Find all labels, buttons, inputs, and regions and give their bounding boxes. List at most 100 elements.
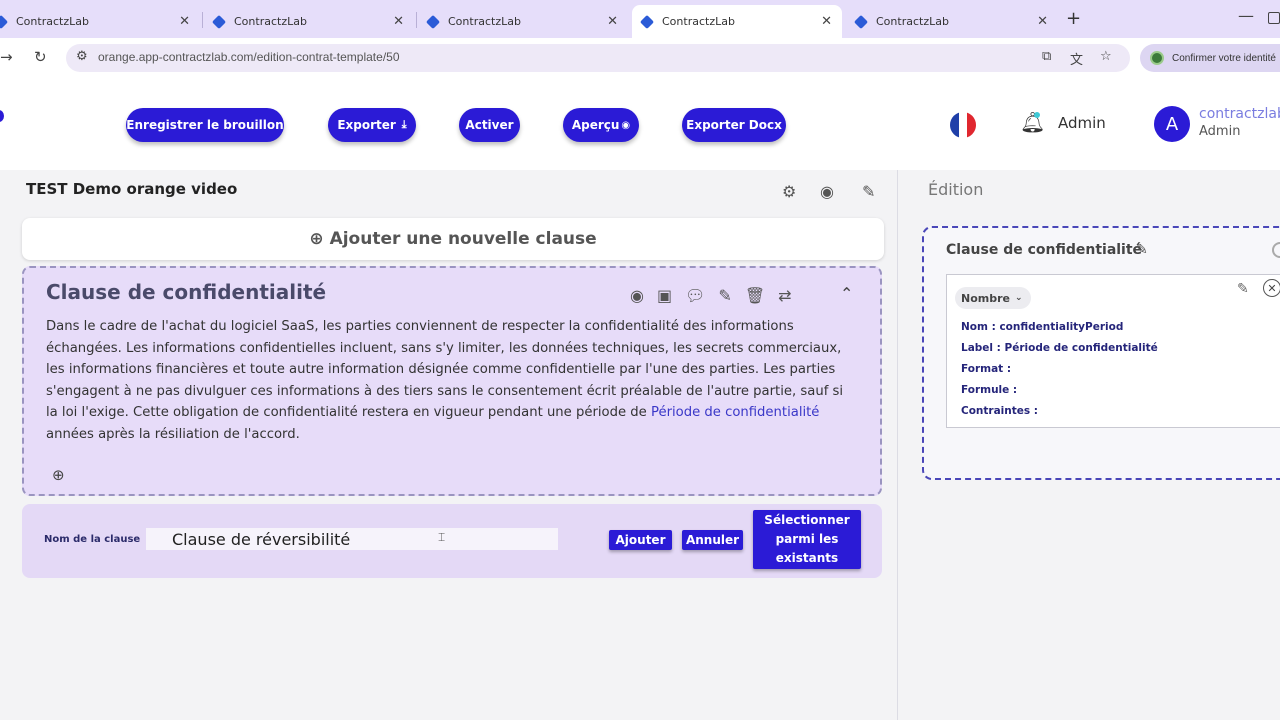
swap-icon[interactable]: ⇄ xyxy=(778,286,791,305)
close-icon[interactable]: ✕ xyxy=(1263,279,1280,297)
variable-label: Label : Période de confidentialité xyxy=(961,342,1158,354)
cancel-button[interactable]: Annuler xyxy=(682,530,743,550)
clause-variable-link[interactable]: Période de confidentialité xyxy=(651,405,819,420)
eye-icon[interactable]: ◉ xyxy=(820,182,834,201)
identity-confirm-pill[interactable]: Confirmer votre identité xyxy=(1140,44,1280,72)
bookmark-star-icon[interactable]: ☆ xyxy=(1100,49,1112,64)
contractzlab-favicon-icon xyxy=(0,14,9,29)
save-draft-button[interactable]: Enregistrer le brouillon xyxy=(126,108,284,142)
clause-text: années après la résiliation de l'accord. xyxy=(46,426,300,442)
notification-dot xyxy=(1034,112,1040,118)
site-settings-icon[interactable]: ⚙ xyxy=(76,49,88,64)
download-icon: ⤓ xyxy=(401,118,407,131)
clause-card[interactable]: Clause de confidentialité ◉ ▣ 💬︎ ✎ 🗑︎ ⇄ … xyxy=(22,266,882,496)
clause-body: Dans le cadre de l'achat du logiciel Saa… xyxy=(46,316,856,445)
edition-clause-title: Clause de confidentialité xyxy=(946,242,1143,258)
variable-constraints: Contraintes : xyxy=(961,405,1038,417)
button-label: Activer xyxy=(465,118,514,132)
user-name: contractzlab xyxy=(1199,106,1280,122)
translate-icon[interactable]: 文 xyxy=(1070,49,1083,68)
variable-type-dropdown[interactable]: Nombre ⌄ xyxy=(955,287,1031,309)
clause-title: Clause de confidentialité xyxy=(46,280,327,304)
browser-tab[interactable]: ContractzLab ✕ xyxy=(0,5,200,38)
install-app-icon[interactable]: ⧉ xyxy=(1042,49,1051,64)
maximize-window-icon[interactable] xyxy=(1268,12,1280,24)
gear-icon[interactable]: ⚙ xyxy=(782,182,796,201)
contractzlab-favicon-icon xyxy=(211,14,227,29)
tab-title: ContractzLab xyxy=(16,15,89,28)
tab-title: ContractzLab xyxy=(662,15,735,28)
clause-name-label: Nom de la clause xyxy=(44,534,141,545)
document-title: TEST Demo orange video xyxy=(26,180,238,198)
select-existing-button[interactable]: Sélectionner parmi les existants xyxy=(753,510,861,569)
activate-button[interactable]: Activer xyxy=(459,108,520,142)
variable-formula: Formule : xyxy=(961,384,1018,396)
tab-title: ContractzLab xyxy=(448,15,521,28)
comments-icon[interactable]: 💬︎ xyxy=(685,286,705,305)
contractzlab-favicon-icon xyxy=(425,14,441,29)
preview-button[interactable]: Aperçu ◉ xyxy=(563,108,639,142)
add-clause-button[interactable]: ⊕ Ajouter une nouvelle clause xyxy=(22,218,884,260)
app-logo[interactable] xyxy=(0,110,4,122)
admin-label: Admin xyxy=(1058,114,1106,132)
variable-name: Nom : confidentialityPeriod xyxy=(961,321,1124,333)
minimize-window-icon[interactable]: — xyxy=(1238,6,1254,25)
editor-main: TEST Demo orange video ⚙ ◉ ✎ ⊕ Ajouter u… xyxy=(0,170,898,720)
close-tab-icon[interactable]: ✕ xyxy=(1037,14,1048,29)
pencil-icon[interactable]: ✎ xyxy=(1136,242,1148,258)
close-tab-icon[interactable]: ✕ xyxy=(393,14,404,29)
export-button[interactable]: Exporter ⤓ xyxy=(328,108,416,142)
browser-tab[interactable]: ContractzLab ✕ xyxy=(422,5,628,38)
eye-icon[interactable]: ◉ xyxy=(630,286,644,305)
pencil-icon[interactable]: ✎ xyxy=(1237,281,1249,297)
tab-separator xyxy=(202,12,203,28)
close-tab-icon[interactable]: ✕ xyxy=(179,14,190,29)
reload-icon[interactable]: ↻ xyxy=(34,48,47,66)
pencil-icon[interactable]: ✎ xyxy=(718,286,731,305)
button-label: Aperçu xyxy=(571,118,620,132)
add-button[interactable]: Ajouter xyxy=(609,530,672,550)
panel-title: Édition xyxy=(928,180,984,199)
pencil-icon[interactable]: ✎ xyxy=(862,182,875,201)
address-bar[interactable]: ⚙ orange.app-contractzlab.com/edition-co… xyxy=(66,44,1130,72)
variable-format: Format : xyxy=(961,363,1012,375)
tab-title: ContractzLab xyxy=(234,15,307,28)
ai-chip-icon[interactable]: ▣ xyxy=(657,286,672,305)
tab-separator xyxy=(416,12,417,28)
export-docx-button[interactable]: Exporter Docx xyxy=(682,108,786,142)
app-header: Enregistrer le brouillon Exporter ⤓ Acti… xyxy=(0,78,1280,170)
browser-tab-active[interactable]: ContractzLab ✕ xyxy=(632,5,842,38)
trash-icon[interactable]: 🗑︎ xyxy=(745,286,765,305)
button-label: Exporter xyxy=(337,118,396,132)
user-role: Admin xyxy=(1199,124,1241,139)
french-flag-icon[interactable] xyxy=(950,112,976,138)
browser-tabbar: ContractzLab ✕ ContractzLab ✕ ContractzL… xyxy=(0,0,1280,38)
plus-circle-icon[interactable]: ⊕ xyxy=(52,466,65,484)
plus-circle-icon: ⊕ xyxy=(309,229,324,249)
identity-prompt-text: Confirmer votre identité xyxy=(1172,52,1276,64)
chevron-down-icon: ⌄ xyxy=(1014,293,1023,303)
browser-tab[interactable]: ContractzLab ✕ xyxy=(208,5,414,38)
clause-edition-card: Clause de confidentialité ✎ Nombre ⌄ ✎ ✕… xyxy=(922,226,1280,480)
browser-toolbar: → ↻ ⚙ orange.app-contractzlab.com/editio… xyxy=(0,38,1280,78)
close-tab-icon[interactable]: ✕ xyxy=(607,14,618,29)
chevron-up-icon[interactable]: ⌃ xyxy=(840,284,853,303)
contractzlab-favicon-icon xyxy=(639,14,655,29)
circle-icon[interactable] xyxy=(1272,242,1280,258)
url-text: orange.app-contractzlab.com/edition-cont… xyxy=(98,50,400,64)
add-clause-label: Ajouter une nouvelle clause xyxy=(329,229,597,249)
button-label: Enregistrer le brouillon xyxy=(126,118,284,132)
edition-panel: Édition Clause de confidentialité ✎ Nomb… xyxy=(898,170,1280,720)
variable-type-value: Nombre xyxy=(961,291,1010,305)
new-tab-button[interactable]: + xyxy=(1066,8,1081,29)
notification-bell-icon[interactable]: 🔔︎ xyxy=(1020,110,1045,134)
clause-name-input[interactable] xyxy=(146,528,558,550)
new-clause-form: Nom de la clause ⌶ Ajouter Annuler Sélec… xyxy=(22,504,882,578)
close-tab-icon[interactable]: ✕ xyxy=(821,14,832,29)
tab-title: ContractzLab xyxy=(876,15,949,28)
clause-toolbar: ◉ ▣ 💬︎ ✎ 🗑︎ ⇄ xyxy=(630,286,792,305)
browser-tab[interactable]: ContractzLab ✕ xyxy=(848,5,1058,38)
contractzlab-favicon-icon xyxy=(853,14,869,29)
forward-arrow-icon[interactable]: → xyxy=(0,48,13,66)
avatar[interactable]: A xyxy=(1154,106,1190,142)
